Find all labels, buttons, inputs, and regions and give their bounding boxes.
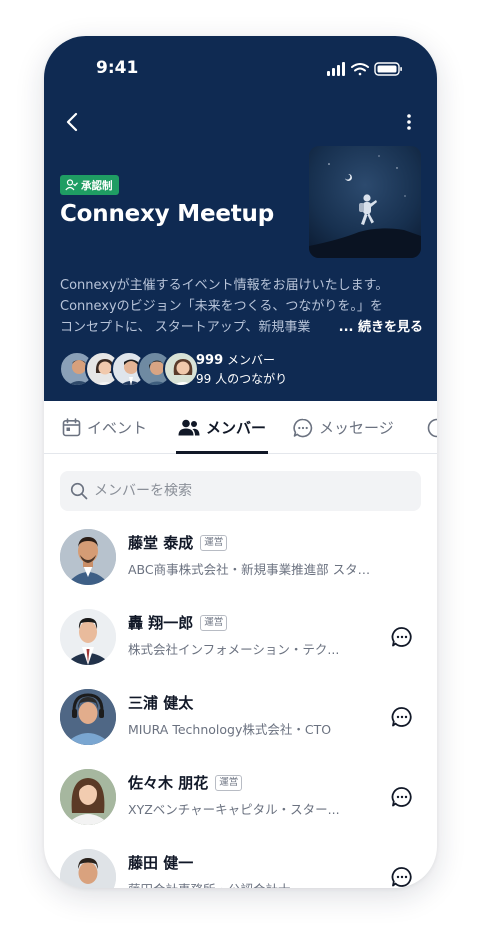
connection-count: 99 (196, 372, 212, 386)
tab-messages-label: メッセージ (319, 419, 394, 437)
avatar (60, 609, 116, 665)
message-member-button[interactable] (391, 786, 413, 808)
tab-messages[interactable]: メッセージ (293, 401, 394, 454)
more-options-button[interactable] (399, 110, 419, 134)
group-cover-image (309, 146, 421, 258)
role-badge: 運営 (200, 614, 228, 631)
avatar (60, 849, 116, 888)
member-search[interactable] (60, 471, 421, 511)
search-icon (70, 482, 88, 500)
member-name-row: 藤田 健一 (128, 852, 193, 873)
member-organization: ABC商事株式会社・新規事業推進部 スター... (128, 562, 373, 577)
member-count: 999 (196, 353, 224, 368)
description-line: Connexyが主催するイベント情報をお届けいたします。 (60, 278, 389, 293)
tab-bar: イベント メンバー メッセージ (44, 401, 437, 454)
active-tab-indicator (176, 451, 268, 454)
tab-members-label: メンバー (206, 419, 267, 437)
wifi-icon (351, 63, 369, 76)
member-name: 轟 翔一郎 (128, 614, 194, 632)
chevron-left-icon (66, 112, 78, 132)
member-name-row: 轟 翔一郎 運営 (128, 612, 228, 633)
user-check-icon (65, 179, 78, 191)
role-badge: 運営 (215, 774, 243, 791)
group-header: 9:41 承認制 Connexy Meetup Connexyが主催するイベント… (44, 36, 437, 401)
member-organization: 藤田会計事務所・公認会計士 (128, 879, 373, 888)
group-stats: 999 メンバー 99 人のつながり (196, 351, 287, 388)
member-row[interactable]: 佐々木 朋花 運営 XYZベンチャーキャピタル・スター... (44, 757, 437, 837)
message-member-button[interactable] (391, 626, 413, 648)
avatar (60, 529, 116, 585)
avatar (60, 689, 116, 745)
member-organization: MIURA Technology株式会社・CTO (128, 722, 332, 737)
circle-icon (427, 418, 437, 437)
member-organization: XYZベンチャーキャピタル・スター... (128, 802, 340, 817)
avatar (60, 769, 116, 825)
role-badge: 運営 (200, 534, 228, 551)
approval-badge: 承認制 (60, 175, 119, 195)
member-count-row: 999 メンバー (196, 351, 287, 370)
status-icons (327, 62, 402, 76)
calendar-icon (62, 418, 81, 437)
member-name-row: 三浦 健太 (128, 692, 193, 713)
tab-members[interactable]: メンバー (178, 401, 266, 454)
member-name-row: 佐々木 朋花 運営 (128, 772, 243, 793)
member-name: 藤堂 泰成 (128, 534, 194, 552)
status-time: 9:41 (96, 58, 139, 78)
search-input[interactable] (94, 483, 394, 499)
message-member-button[interactable] (391, 866, 413, 888)
tab-events[interactable]: イベント (62, 401, 147, 454)
member-organization: 株式会社インフォメーション・テク... (128, 642, 340, 657)
more-vertical-icon (407, 114, 411, 130)
member-row[interactable]: 三浦 健太 MIURA Technology株式会社・CTO (44, 677, 437, 757)
battery-icon (374, 62, 402, 76)
member-name: 藤田 健一 (128, 854, 194, 872)
tab-events-label: イベント (87, 419, 148, 437)
avatar (163, 351, 199, 387)
connection-count-row: 99 人のつながり (196, 370, 287, 388)
users-icon (178, 419, 200, 436)
connection-count-suffix: 人のつながり (215, 372, 288, 386)
tab-more[interactable] (427, 401, 437, 454)
member-name: 佐々木 朋花 (128, 774, 209, 792)
signal-icon (327, 62, 345, 76)
status-bar: 9:41 (44, 36, 437, 96)
chat-bubble-icon (293, 418, 313, 437)
message-member-button[interactable] (391, 706, 413, 728)
member-name: 三浦 健太 (128, 694, 194, 712)
member-row[interactable]: 藤堂 泰成 運営 ABC商事株式会社・新規事業推進部 スター... (44, 517, 437, 597)
member-name-row: 藤堂 泰成 運営 (128, 532, 228, 553)
member-row[interactable]: 藤田 健一 藤田会計事務所・公認会計士 (44, 837, 437, 888)
approval-badge-label: 承認制 (81, 179, 113, 192)
read-more-link[interactable]: ... 続きを見る (334, 317, 423, 338)
group-title: Connexy Meetup (60, 201, 274, 227)
phone-frame: 9:41 承認制 Connexy Meetup Connexyが主催するイベント… (44, 36, 437, 888)
member-count-suffix: メンバー (226, 353, 275, 367)
back-button[interactable] (60, 110, 84, 134)
member-row[interactable]: 轟 翔一郎 運営 株式会社インフォメーション・テク... (44, 597, 437, 677)
description-line: Connexyのビジョン「未来をつくる、つながりを。」を (60, 299, 383, 314)
